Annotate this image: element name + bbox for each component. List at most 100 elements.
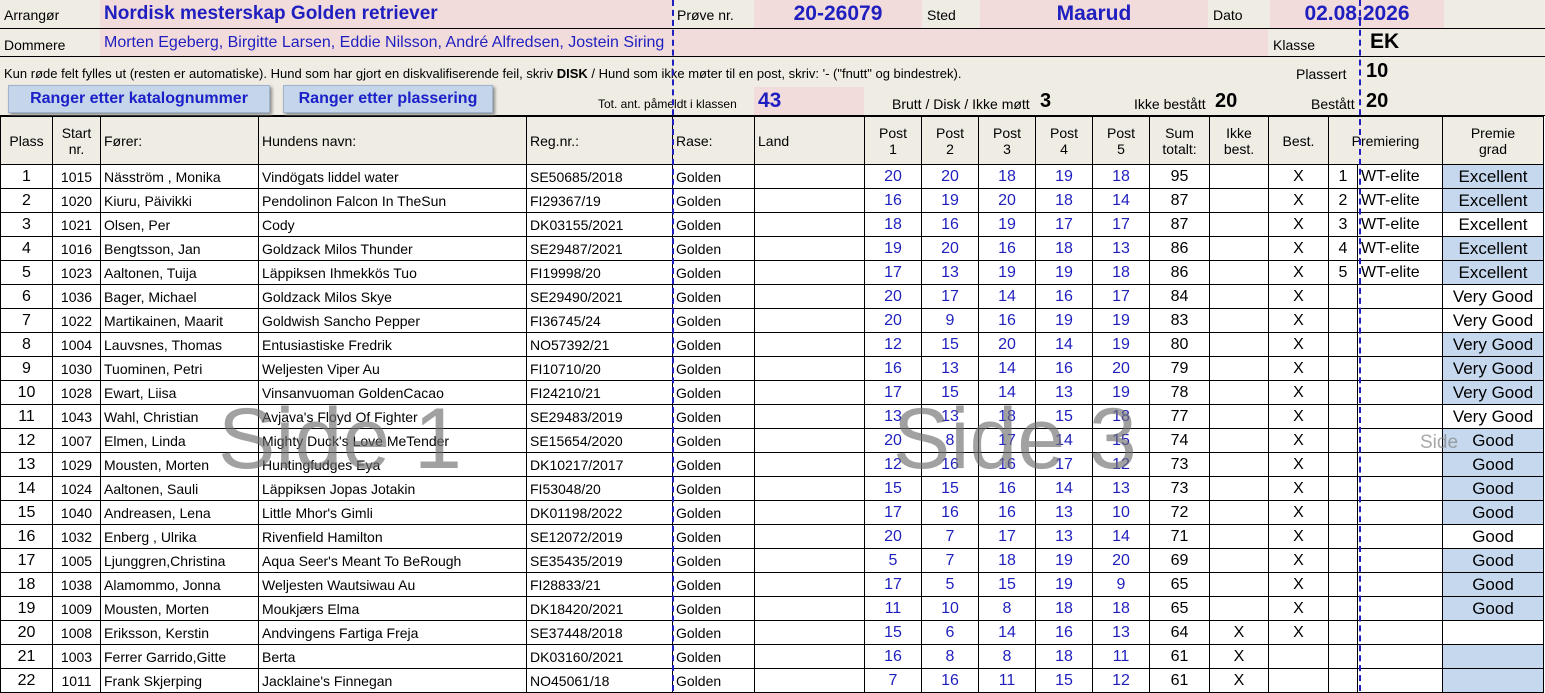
score-post-5-cell[interactable]: 18 — [1092, 404, 1150, 429]
start-no-cell[interactable]: 1015 — [52, 164, 101, 189]
reg-no-cell[interactable]: SE37448/2018 — [526, 620, 673, 645]
reg-no-cell[interactable]: DK01198/2022 — [526, 500, 673, 525]
dog-name-cell[interactable]: Cody — [258, 212, 527, 237]
score-post-5-cell[interactable]: 13 — [1092, 476, 1150, 501]
handler-cell[interactable]: Mousten, Morten — [100, 452, 259, 477]
breed-cell[interactable]: Golden — [672, 500, 755, 525]
score-post-1-cell[interactable]: 16 — [864, 188, 922, 213]
score-post-5-cell[interactable]: 19 — [1092, 308, 1150, 333]
score-post-4-cell[interactable]: 18 — [1035, 596, 1093, 621]
dog-name-cell[interactable]: Andvingens Fartiga Freja — [258, 620, 527, 645]
score-post-5-cell[interactable]: 17 — [1092, 284, 1150, 309]
breed-cell[interactable]: Golden — [672, 308, 755, 333]
score-post-3-cell[interactable]: 17 — [978, 524, 1036, 549]
score-post-5-cell[interactable]: 13 — [1092, 236, 1150, 261]
breed-cell[interactable]: Golden — [672, 236, 755, 261]
score-post-3-cell[interactable]: 8 — [978, 644, 1036, 669]
score-post-1-cell[interactable]: 7 — [864, 668, 922, 693]
handler-cell[interactable]: Aaltonen, Sauli — [100, 476, 259, 501]
score-post-4-cell[interactable]: 19 — [1035, 308, 1093, 333]
country-cell[interactable] — [754, 356, 865, 381]
country-cell[interactable] — [754, 332, 865, 357]
score-post-3-cell[interactable]: 17 — [978, 428, 1036, 453]
start-no-cell[interactable]: 1011 — [52, 668, 101, 693]
score-post-4-cell[interactable]: 18 — [1035, 188, 1093, 213]
breed-cell[interactable]: Golden — [672, 524, 755, 549]
score-post-4-cell[interactable]: 18 — [1035, 644, 1093, 669]
dog-name-cell[interactable]: Vinsanvuoman GoldenCacao — [258, 380, 527, 405]
handler-cell[interactable]: Elmen, Linda — [100, 428, 259, 453]
score-post-1-cell[interactable]: 16 — [864, 644, 922, 669]
score-post-1-cell[interactable]: 5 — [864, 548, 922, 573]
start-no-cell[interactable]: 1024 — [52, 476, 101, 501]
score-post-3-cell[interactable]: 16 — [978, 308, 1036, 333]
score-post-3-cell[interactable]: 14 — [978, 620, 1036, 645]
place-cell[interactable]: 21 — [0, 644, 53, 669]
country-cell[interactable] — [754, 236, 865, 261]
dog-name-cell[interactable]: Aqua Seer's Meant To BeRough — [258, 548, 527, 573]
country-cell[interactable] — [754, 284, 865, 309]
score-post-4-cell[interactable]: 14 — [1035, 476, 1093, 501]
breed-cell[interactable]: Golden — [672, 452, 755, 477]
score-post-4-cell[interactable]: 16 — [1035, 284, 1093, 309]
score-post-5-cell[interactable]: 12 — [1092, 452, 1150, 477]
breed-cell[interactable]: Golden — [672, 476, 755, 501]
reg-no-cell[interactable]: FI28833/21 — [526, 572, 673, 597]
handler-cell[interactable]: Eriksson, Kerstin — [100, 620, 259, 645]
place-cell[interactable]: 8 — [0, 332, 53, 357]
score-post-2-cell[interactable]: 10 — [921, 596, 979, 621]
reg-no-cell[interactable]: SE50685/2018 — [526, 164, 673, 189]
score-post-3-cell[interactable]: 18 — [978, 164, 1036, 189]
handler-cell[interactable]: Frank Skjerping — [100, 668, 259, 693]
country-cell[interactable] — [754, 188, 865, 213]
place-cell[interactable]: 4 — [0, 236, 53, 261]
dog-name-cell[interactable]: Vindögats liddel water — [258, 164, 527, 189]
breed-cell[interactable]: Golden — [672, 356, 755, 381]
reg-no-cell[interactable]: DK18420/2021 — [526, 596, 673, 621]
dog-name-cell[interactable]: Pendolinon Falcon In TheSun — [258, 188, 527, 213]
start-no-cell[interactable]: 1040 — [52, 500, 101, 525]
place-cell[interactable]: 22 — [0, 668, 53, 693]
reg-no-cell[interactable]: SE29483/2019 — [526, 404, 673, 429]
score-post-3-cell[interactable]: 16 — [978, 236, 1036, 261]
score-post-4-cell[interactable]: 13 — [1035, 500, 1093, 525]
score-post-3-cell[interactable]: 15 — [978, 572, 1036, 597]
place-cell[interactable]: 6 — [0, 284, 53, 309]
handler-cell[interactable]: Aaltonen, Tuija — [100, 260, 259, 285]
score-post-2-cell[interactable]: 7 — [921, 524, 979, 549]
arranger-cell[interactable]: Nordisk mesterskap Golden retriever — [100, 0, 672, 28]
score-post-4-cell[interactable]: 13 — [1035, 524, 1093, 549]
score-post-5-cell[interactable]: 11 — [1092, 644, 1150, 669]
score-post-3-cell[interactable]: 14 — [978, 380, 1036, 405]
reg-no-cell[interactable]: NO45061/18 — [526, 668, 673, 693]
place-cell[interactable]: 13 — [0, 452, 53, 477]
handler-cell[interactable]: Tuominen, Petri — [100, 356, 259, 381]
reg-no-cell[interactable]: SE35435/2019 — [526, 548, 673, 573]
country-cell[interactable] — [754, 308, 865, 333]
start-no-cell[interactable]: 1028 — [52, 380, 101, 405]
country-cell[interactable] — [754, 428, 865, 453]
place-cell[interactable]: 2 — [0, 188, 53, 213]
breed-cell[interactable]: Golden — [672, 548, 755, 573]
rank-by-catalog-button[interactable]: Ranger etter katalognummer — [8, 85, 270, 113]
score-post-5-cell[interactable]: 14 — [1092, 188, 1150, 213]
breed-cell[interactable]: Golden — [672, 620, 755, 645]
place-cell[interactable]: 5 — [0, 260, 53, 285]
breed-cell[interactable]: Golden — [672, 404, 755, 429]
score-post-4-cell[interactable]: 13 — [1035, 380, 1093, 405]
dog-name-cell[interactable]: Rivenfield Hamilton — [258, 524, 527, 549]
score-post-1-cell[interactable]: 20 — [864, 524, 922, 549]
place-cell[interactable]: 16 — [0, 524, 53, 549]
country-cell[interactable] — [754, 404, 865, 429]
start-no-cell[interactable]: 1004 — [52, 332, 101, 357]
start-no-cell[interactable]: 1023 — [52, 260, 101, 285]
score-post-2-cell[interactable]: 13 — [921, 404, 979, 429]
score-post-5-cell[interactable]: 19 — [1092, 380, 1150, 405]
score-post-4-cell[interactable]: 17 — [1035, 212, 1093, 237]
dog-name-cell[interactable]: Läppiksen Ihmekkös Tuo — [258, 260, 527, 285]
country-cell[interactable] — [754, 620, 865, 645]
country-cell[interactable] — [754, 524, 865, 549]
dog-name-cell[interactable]: Huntingfudges Eya — [258, 452, 527, 477]
handler-cell[interactable]: Enberg , Ulrika — [100, 524, 259, 549]
dog-name-cell[interactable]: Goldwish Sancho Pepper — [258, 308, 527, 333]
